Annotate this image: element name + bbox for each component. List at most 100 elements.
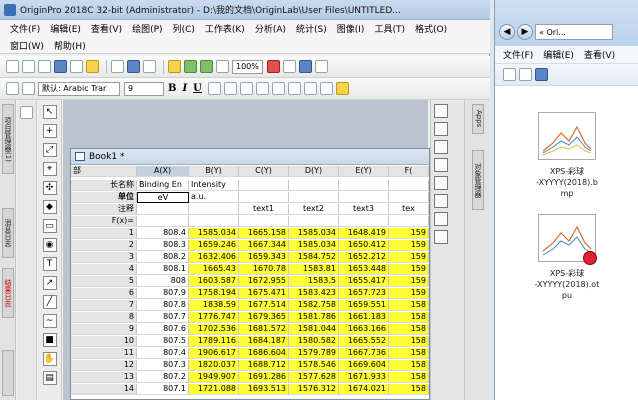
underline-button[interactable]: U — [193, 83, 202, 94]
data-cell[interactable]: 1659.343 — [239, 252, 289, 263]
menu-item-0[interactable]: 文件(F) — [10, 22, 40, 35]
data-cell[interactable]: 807.4 — [137, 348, 189, 359]
menu-item-6[interactable]: 分析(A) — [255, 22, 286, 35]
data-cell[interactable]: 1686.604 — [239, 348, 289, 359]
data-cell[interactable]: 1581.786 — [289, 312, 339, 323]
data-cell[interactable]: 1659.551 — [339, 300, 389, 311]
rectangle-tool-icon[interactable]: ■ — [42, 333, 57, 347]
superscript-icon[interactable] — [207, 82, 221, 95]
address-bar[interactable]: « Ori... — [535, 24, 613, 40]
new-function-icon[interactable] — [111, 60, 124, 73]
data-cell[interactable]: 1663.166 — [339, 324, 389, 335]
data-cell[interactable]: 1820.037 — [189, 360, 239, 371]
file-item-otpu[interactable]: XPS-彩球 -XYYYY(2018).ot pu — [527, 214, 607, 301]
data-cell[interactable]: 159 — [389, 228, 429, 239]
data-cell[interactable]: 807.6 — [137, 324, 189, 335]
data-cell[interactable]: 807.1 — [137, 384, 189, 395]
row-number[interactable]: 9 — [71, 324, 137, 335]
data-cell[interactable]: 159 — [389, 276, 429, 287]
explorer-titlebar[interactable]: ◀ ▶ « Ori... — [495, 0, 638, 46]
data-cell[interactable]: 159 — [389, 252, 429, 263]
meta-cell[interactable]: eV — [137, 192, 189, 203]
data-cell[interactable]: 1702.536 — [189, 324, 239, 335]
data-cell[interactable]: 1684.187 — [239, 336, 289, 347]
file-item-bmp[interactable]: XPS-彩球 -XYYYY(2018).b mp — [527, 112, 607, 199]
meta-cell[interactable] — [339, 180, 389, 191]
format-icon[interactable] — [6, 82, 19, 95]
legend-icon[interactable] — [434, 140, 448, 154]
data-cell[interactable]: 1576.312 — [289, 384, 339, 395]
apps-tab[interactable]: Apps — [472, 104, 484, 134]
meta-cell[interactable] — [239, 192, 289, 203]
subscript-icon[interactable] — [223, 82, 237, 95]
rescale-icon[interactable] — [434, 122, 448, 136]
data-cell[interactable]: 1581.044 — [289, 324, 339, 335]
row-number[interactable]: 11 — [71, 348, 137, 359]
curve-tool-icon[interactable]: ~ — [42, 314, 57, 328]
data-cell[interactable]: 159 — [389, 288, 429, 299]
arrow-tool-icon[interactable]: ↗ — [42, 276, 57, 290]
preview-pane-icon[interactable] — [519, 68, 532, 81]
book1-titlebar[interactable]: Book1 * — [71, 149, 429, 165]
data-cell[interactable]: 807.9 — [137, 288, 189, 299]
results-log-tab[interactable]: 结果日志 — [2, 268, 14, 318]
text-tool-icon[interactable]: T — [42, 257, 57, 271]
data-cell[interactable]: 1667.344 — [239, 240, 289, 251]
data-cell[interactable]: 808.3 — [137, 240, 189, 251]
data-selector-icon[interactable]: ◆ — [42, 200, 57, 214]
meta-cell[interactable]: text3 — [339, 204, 389, 215]
meta-cell[interactable] — [339, 192, 389, 203]
increase-font-icon[interactable] — [255, 82, 269, 95]
data-cell[interactable]: 1906.617 — [189, 348, 239, 359]
row-number[interactable]: 13 — [71, 372, 137, 383]
data-cell[interactable]: 1584.752 — [289, 252, 339, 263]
meta-cell[interactable]: Binding En — [137, 180, 189, 191]
merge-icon[interactable] — [434, 194, 448, 208]
data-cell[interactable]: 1672.955 — [239, 276, 289, 287]
data-cell[interactable]: 1665.552 — [339, 336, 389, 347]
italic-button[interactable]: I — [182, 83, 187, 94]
data-cell[interactable]: 1585.034 — [289, 240, 339, 251]
data-cell[interactable]: 1583.423 — [289, 288, 339, 299]
menu-item-2[interactable]: 查看(V) — [91, 22, 122, 35]
meta-cell[interactable] — [289, 192, 339, 203]
data-cell[interactable]: 158 — [389, 324, 429, 335]
data-cell[interactable]: 808.1 — [137, 264, 189, 275]
timestamp-icon[interactable] — [434, 158, 448, 172]
data-reader-icon[interactable]: ⌖ — [42, 162, 57, 176]
meta-cell[interactable] — [389, 216, 429, 227]
screen-reader-icon[interactable]: ✣ — [42, 181, 57, 195]
data-cell[interactable]: 1657.723 — [339, 288, 389, 299]
bold-button[interactable]: B — [168, 83, 176, 94]
meta-cell[interactable] — [289, 216, 339, 227]
row-number[interactable]: 3 — [71, 252, 137, 263]
row-number[interactable]: 6 — [71, 288, 137, 299]
back-icon[interactable]: ◀ — [499, 24, 515, 40]
data-cell[interactable]: 158 — [389, 360, 429, 371]
menu-item-8[interactable]: 图像(I) — [337, 22, 365, 35]
meta-cell[interactable]: Intensity — [189, 180, 239, 191]
menu-item-9[interactable]: 工具(T) — [374, 22, 405, 35]
data-cell[interactable]: 1679.365 — [239, 312, 289, 323]
refresh-icon[interactable] — [216, 60, 229, 73]
data-cell[interactable]: 1653.448 — [339, 264, 389, 275]
open-folder-icon[interactable] — [168, 60, 181, 73]
meta-cell[interactable] — [137, 216, 189, 227]
data-cell[interactable]: 1661.183 — [339, 312, 389, 323]
data-cell[interactable]: 807.3 — [137, 360, 189, 371]
data-cell[interactable]: 1583.81 — [289, 264, 339, 275]
data-cell[interactable]: 1949.907 — [189, 372, 239, 383]
data-cell[interactable]: 1655.417 — [339, 276, 389, 287]
data-cell[interactable]: 158 — [389, 348, 429, 359]
menu-item-row2-1[interactable]: 帮助(H) — [54, 39, 86, 52]
meta-cell[interactable] — [239, 180, 289, 191]
fill-color-icon[interactable] — [335, 82, 349, 95]
data-cell[interactable]: 1650.412 — [339, 240, 389, 251]
menu-item-4[interactable]: 列(C) — [173, 22, 195, 35]
data-cell[interactable]: 1681.572 — [239, 324, 289, 335]
corner-cell[interactable]: 部 — [71, 166, 137, 177]
meta-cell[interactable] — [239, 216, 289, 227]
data-cell[interactable]: 1578.546 — [289, 360, 339, 371]
decrease-font-icon[interactable] — [271, 82, 285, 95]
explorer-menu-item-1[interactable]: 编辑(E) — [543, 48, 574, 61]
